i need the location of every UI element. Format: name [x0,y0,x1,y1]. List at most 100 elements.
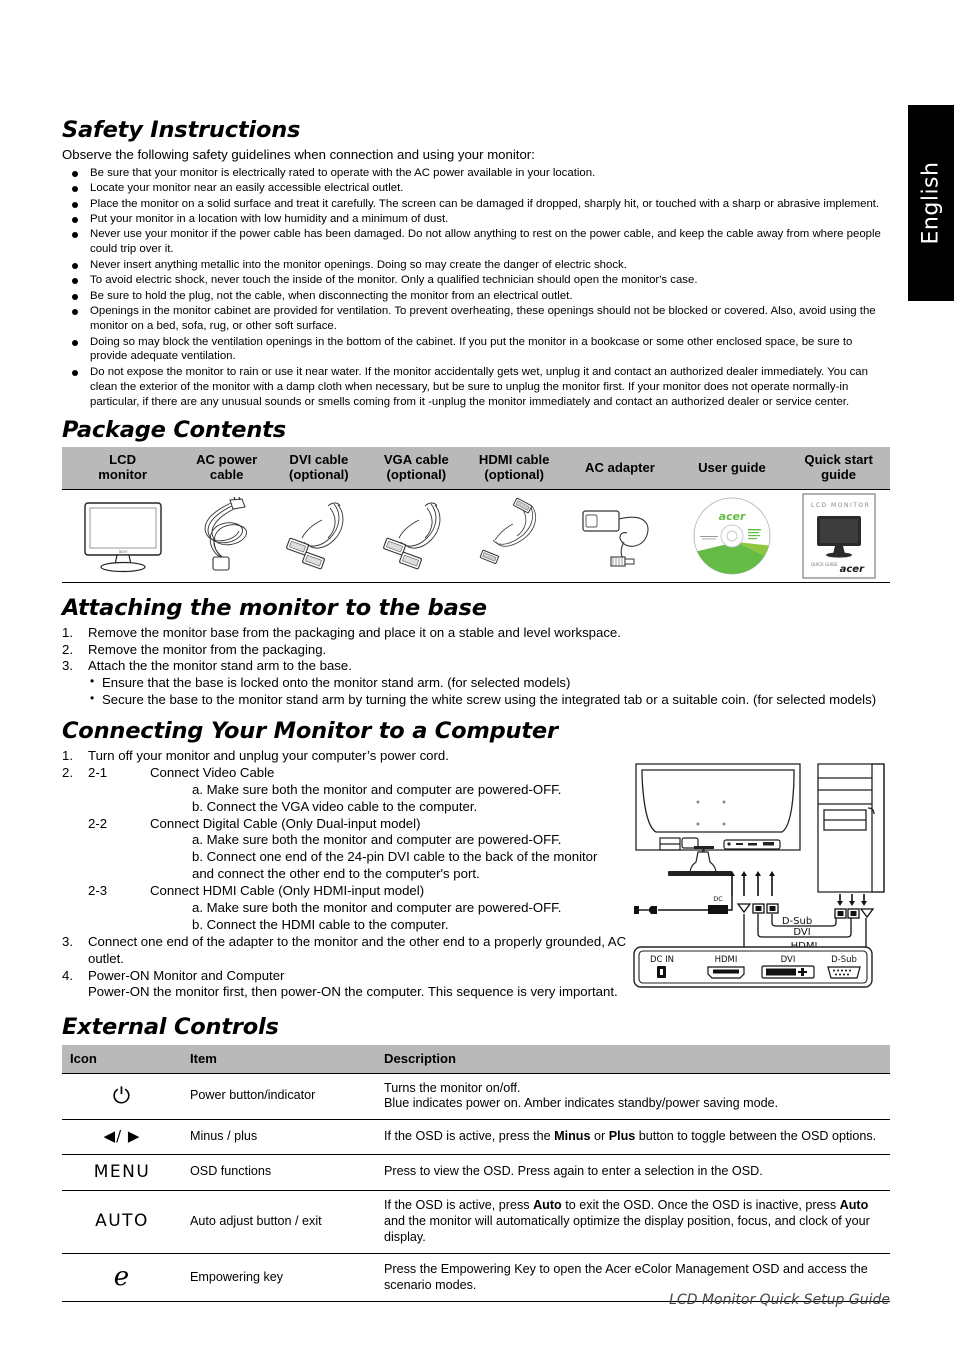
external-controls-body: ⏻ Power button/indicator Turns the monitor… [62,1072,890,1303]
port-label-hdmi: HDMI [715,955,738,965]
external-controls-description-line: Turns the monitor on/off. [384,1080,521,1095]
connecting-group-key: 2-3 [88,883,108,899]
connecting-body: 1. Turn off your monitor and unplug your … [62,748,890,1001]
external-controls-description: If the OSD is active, press the Minus or… [376,1119,890,1155]
package-column-header-line2: cable [209,467,244,483]
external-controls-description-line: Press the Empowering Key to open the Ace… [384,1261,868,1292]
ac-adapter-icon [582,510,649,567]
attaching-step: 3. Attach the the monitor stand arm to th… [62,658,890,675]
package-column-header: User guide [676,446,788,490]
package-column-header-line2: (optional) [289,467,349,483]
package-cell-dvi-cable [270,488,368,583]
connecting-group-sub-line: a. Make sure both the monitor and comput… [192,781,562,797]
attaching-step-text: Remove the monitor base from the packagi… [88,624,621,640]
package-column-header: Quick start guide [787,446,890,490]
external-controls-item-label: Minus / plus [182,1119,376,1155]
package-cell-user-guide: acer [676,488,788,583]
package-column-header: DVI cable (optional) [270,446,368,490]
package-column-header-line1: HDMI cable [478,451,550,467]
vga-cable-icon [383,502,441,570]
external-controls-heading: External Controls [62,1014,279,1041]
connecting-step-4-text: Power-ON Monitor and Computer [88,967,285,983]
safety-bullet-item: Put your monitor in a location with low … [62,212,890,227]
connecting-step-1: 1. Turn off your monitor and unplug your … [62,748,632,765]
connecting-step-3-text: Connect one end of the adapter to the mo… [88,933,627,966]
connecting-step-3-number: 3. [62,933,73,949]
package-cell-ac-power-cable [183,488,271,583]
svg-text:acer: acer [118,549,127,554]
attaching-sub-bullet: Ensure that the base is locked onto the … [88,674,890,692]
column-header-item: Item [182,1044,376,1073]
connecting-group-title: Connect Video Cable [150,764,275,780]
package-cell-hdmi-cable [465,488,564,583]
package-cell-vga-cable [367,488,466,583]
minus-plus-icon: ◀/ ▶ [62,1119,182,1155]
package-column-header-line1: DVI cable [289,451,349,467]
minus-plus-icon-glyph: ◀/ ▶ [103,1127,141,1146]
connecting-group-key: 2-1 [88,764,108,780]
diagram-dc-label: DC [713,895,723,903]
package-column-header-line1: VGA cable [383,451,449,467]
package-column-header: VGA cable (optional) [367,446,466,490]
column-header-icon: Icon [62,1044,182,1073]
auto-icon: AUTO [62,1190,182,1254]
package-column-header-line1: AC adapter [585,459,655,475]
diagram-label-dsub: D-Sub [782,916,812,927]
external-controls-row: MENU OSD functions Press to view the OSD. … [62,1153,890,1191]
package-column-header: AC adapter [563,446,677,490]
attaching-step: 1. Remove the monitor base from the packa… [62,625,890,642]
footer-text: LCD Monitor Quick Setup Guide [669,1292,890,1308]
package-column-header: HDMI cable (optional) [465,446,564,490]
attaching-step: 2. Remove the monitor from the packaging. [62,642,890,659]
external-controls-description: Turns the monitor on/off. Blue indicates … [376,1072,890,1120]
safety-bullet-item: Never insert anything metallic into the … [62,258,890,273]
safety-bullet-item: Do not expose the monitor to rain or use… [62,365,890,410]
dvi-cable-icon [285,502,344,570]
svg-text:QUICK GUIDE: QUICK GUIDE [811,562,838,567]
package-column-header-line1: LCD [109,451,137,467]
connecting-group-key: 2-2 [88,815,108,831]
hdmi-cable-icon [479,497,537,564]
connecting-step-list: 1. Turn off your monitor and unplug your … [62,748,632,1001]
package-cell-ac-adapter [563,488,677,583]
package-column-header-line1: Quick start [804,451,873,467]
connecting-group-sub-line: a. Make sure both the monitor and comput… [192,832,562,848]
external-controls-description: If the OSD is active, press Auto to exit… [376,1190,890,1254]
menu-icon-glyph: MENU [93,1161,151,1182]
external-controls-description-line: Press to view the OSD. Press again to en… [384,1164,763,1179]
package-column-header: LCD monitor [62,446,184,490]
package-column-header-line2: (optional) [386,467,447,483]
language-tab-label: English [918,161,944,245]
auto-icon-glyph: AUTO [95,1211,149,1232]
package-column-header-line1: AC power [196,451,258,467]
safety-bullet-item: To avoid electric shock, never touch the… [62,273,890,288]
power-icon-glyph: ⏻ [112,1083,132,1109]
connecting-step-1-number: 1. [62,747,73,763]
port-label-dvi: DVI [781,955,796,965]
package-column-header-line2: guide [821,467,857,483]
package-column-header-line2: (optional) [484,467,544,483]
safety-bullet-item: Doing so may block the ventilation openi… [62,335,890,365]
external-controls-item-label: Auto adjust button / exit [182,1190,376,1254]
connecting-step-2-number: 2. [62,764,73,780]
external-controls-item-label: Power button/indicator [182,1072,376,1120]
attaching-step-text: Remove the monitor from the packaging. [88,641,327,657]
external-controls-row: ◀/ ▶ Minus / plus If the OSD is active, pr… [62,1119,890,1155]
connecting-step-4: 4. Power-ON Monitor and Computer [62,968,632,985]
connecting-group-header: 2-3 Connect HDMI Cable (Only HDMI-input m… [88,883,632,900]
quick-start-guide-icon: LCD MONITOR QUICK GUIDE acer [802,493,876,579]
connecting-step-4-number: 4. [62,967,73,983]
diagram-label-dvi: DVI [793,927,810,938]
safety-bullet-list: Be sure that your monitor is electricall… [62,166,890,410]
external-controls-row: AUTO Auto adjust button / exit If the OSD … [62,1190,890,1254]
connecting-group-sub-line: b. Connect the VGA video cable to the co… [192,798,478,814]
connecting-group-sub-line: a. Make sure both the monitor and comput… [192,899,562,915]
attaching-step-text: Attach the the monitor stand arm to the … [88,658,352,674]
connecting-group-header: 2-2 Connect Digital Cable (Only Dual-inpu… [88,816,632,833]
attaching-step-number: 1. [62,624,73,640]
port-label-dc-in: DC IN [650,955,674,965]
connecting-heading: Connecting Your Monitor to a Computer [62,717,558,744]
attaching-step-number: 3. [62,658,73,674]
language-tab: English [908,105,954,301]
package-contents-table: LCD monitor AC power cable DVI cable (optiona… [62,446,890,583]
